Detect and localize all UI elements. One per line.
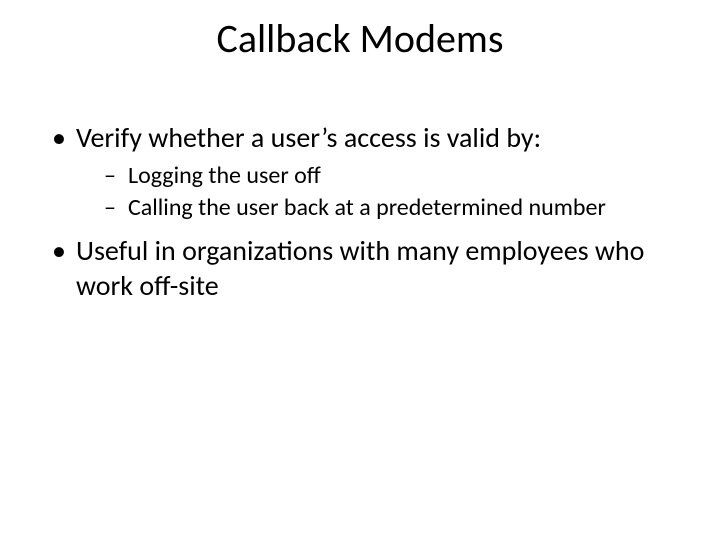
sub-bullet-list: Logging the user off Calling the user ba… — [76, 161, 672, 223]
sub-bullet-text: Logging the user off — [128, 161, 321, 190]
bullet-list: Verify whether a user’s access is valid … — [48, 120, 672, 303]
sub-bullet-item: Calling the user back at a predetermined… — [76, 193, 672, 223]
sub-bullet-item: Logging the user off — [76, 161, 672, 191]
bullet-text: Verify whether a user’s access is valid … — [76, 120, 541, 155]
sub-bullet-text: Calling the user back at a predetermined… — [128, 193, 606, 222]
slide-body: Verify whether a user’s access is valid … — [48, 120, 672, 307]
bullet-item: Verify whether a user’s access is valid … — [48, 120, 672, 223]
bullet-item: Useful in organizations with many employ… — [48, 233, 672, 303]
slide-title: Callback Modems — [0, 14, 720, 63]
slide: Callback Modems Verify whether a user’s … — [0, 0, 720, 540]
bullet-text: Useful in organizations with many employ… — [76, 233, 644, 303]
